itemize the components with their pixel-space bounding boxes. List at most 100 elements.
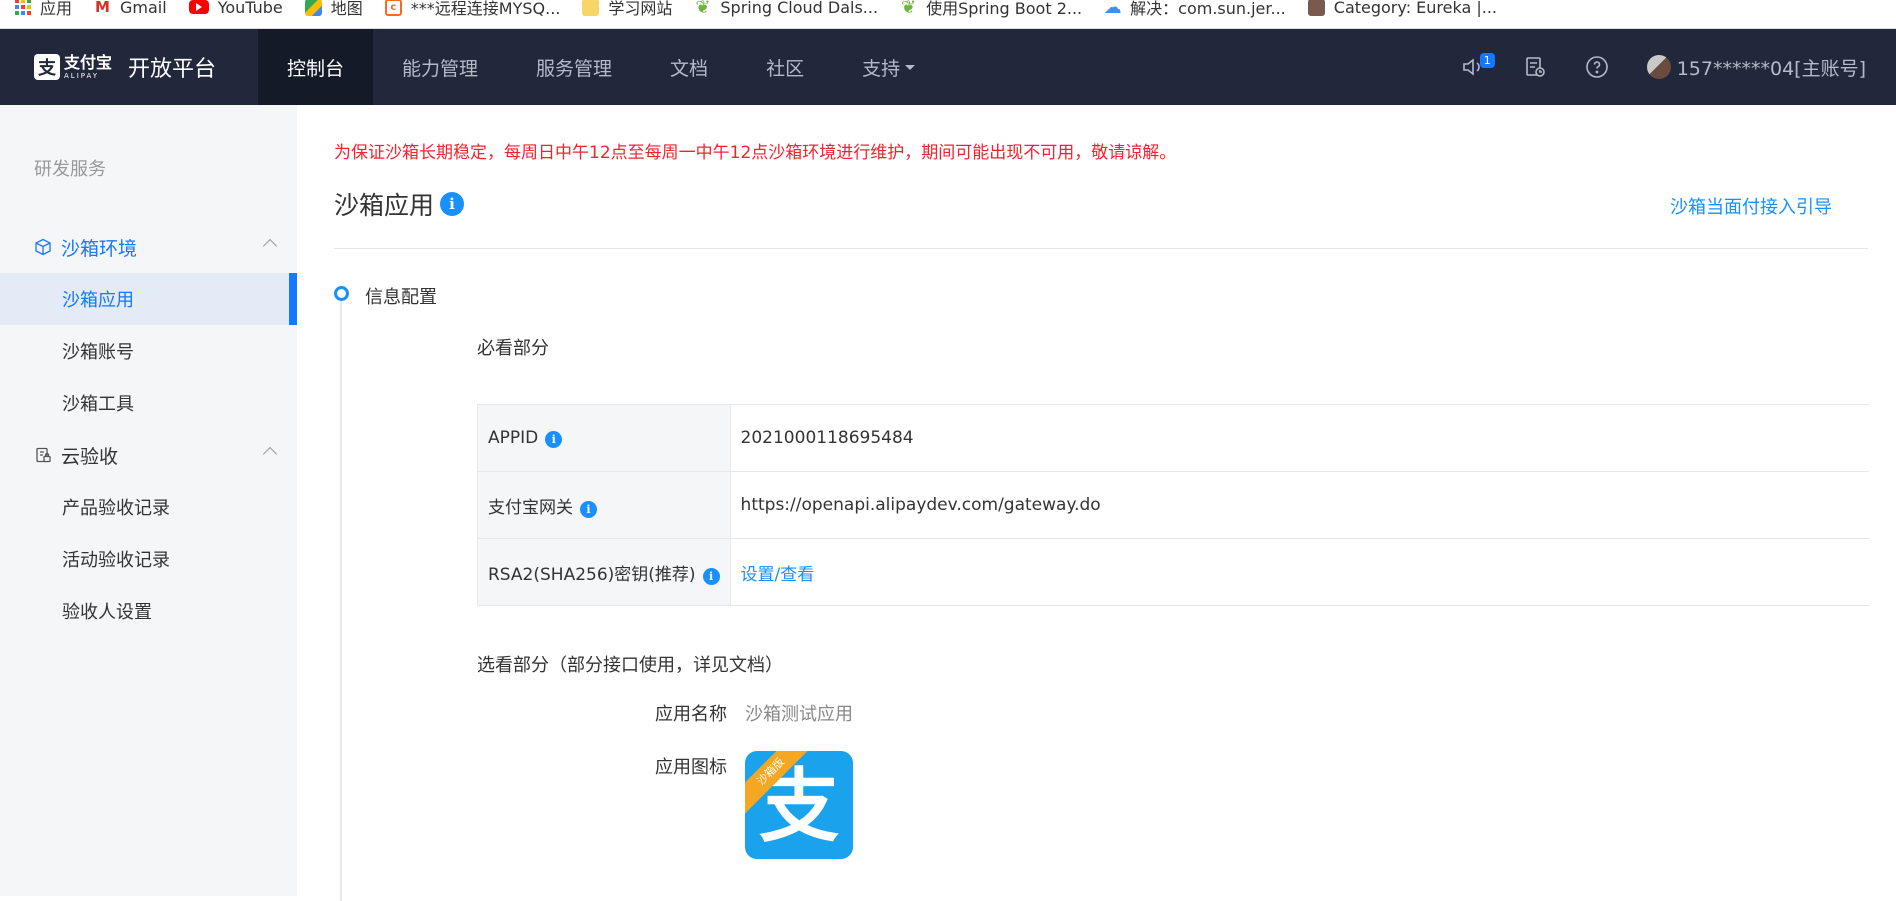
bookmark-maps[interactable]: 地图 xyxy=(304,0,363,22)
document-clock-icon xyxy=(1525,57,1545,77)
table-row: RSA2(SHA256)密钥(推荐) i 设置/查看 xyxy=(477,538,1869,606)
sidebar-section-cloud-acceptance[interactable]: 云验收 xyxy=(0,429,297,481)
bookmark-spring-boot[interactable]: ❦ 使用Spring Boot 2... xyxy=(900,0,1082,22)
help-button[interactable] xyxy=(1585,55,1609,79)
bookmark-label: ***远程连接MYSQ... xyxy=(410,0,561,18)
nav-docs[interactable]: 文档 xyxy=(641,29,737,105)
chevron-up-icon xyxy=(262,238,278,254)
optional-section-title: 选看部分（部分接口使用，详见文档） xyxy=(477,655,783,676)
top-nav: 支 支付宝 ALIPAY 开放平台 控制台 能力管理 服务管理 文档 社区 支持… xyxy=(0,29,1896,105)
appid-value: 2021000118695484 xyxy=(729,404,1869,472)
avatar-icon xyxy=(1307,0,1325,16)
timeline-dot xyxy=(334,286,349,301)
sidebar-section-label: 沙箱环境 xyxy=(61,237,138,260)
rsa-settings-link[interactable]: 设置/查看 xyxy=(741,565,815,585)
bookmark-apps[interactable]: 应用 xyxy=(14,0,72,22)
bookmark-label: YouTube xyxy=(217,0,283,17)
rsa-label-cell: RSA2(SHA256)密钥(推荐) i xyxy=(477,538,731,606)
info-icon[interactable]: i xyxy=(580,500,597,518)
config-table: APPID i 2021000118695484 支付宝网关 i https://o… xyxy=(477,404,1869,606)
nav-capability[interactable]: 能力管理 xyxy=(373,29,507,105)
sidebar-item-label: 验收人设置 xyxy=(62,602,152,623)
info-icon[interactable]: i xyxy=(545,431,563,448)
spring-icon: ❦ xyxy=(901,0,917,18)
maps-icon xyxy=(304,0,322,16)
app-icon: 支 沙箱版 xyxy=(745,751,853,859)
nav-service[interactable]: 服务管理 xyxy=(507,29,641,105)
clipboard-lock-icon xyxy=(34,446,52,464)
notification-button[interactable]: 1 xyxy=(1461,53,1495,79)
bookmark-folder-study[interactable]: 学习网站 xyxy=(582,0,672,22)
nav-label: 支持 xyxy=(862,57,901,80)
gateway-label: 支付宝网关 xyxy=(488,497,573,518)
user-name: 157******04[主账号] xyxy=(1676,57,1866,80)
bookmark-gmail[interactable]: M Gmail xyxy=(94,0,167,22)
folder-icon xyxy=(582,0,600,16)
user-menu[interactable]: 157******04[主账号] xyxy=(1646,54,1866,81)
table-row: 支付宝网关 i https://openapi.alipaydev.com/gat… xyxy=(477,471,1869,539)
page-title: 沙箱应用 i xyxy=(334,186,465,222)
nav-label: 文档 xyxy=(670,57,709,80)
bookmark-label: Category: Eureka |... xyxy=(1333,0,1498,17)
help-icon xyxy=(1585,56,1608,78)
nav-support[interactable]: 支持 xyxy=(833,29,944,105)
gmail-icon: M xyxy=(95,0,110,16)
nav-label: 控制台 xyxy=(287,57,345,80)
notification-badge: 1 xyxy=(1479,53,1495,68)
sidebar-item-label: 沙箱应用 xyxy=(62,290,134,311)
sidebar-item-sandbox-app[interactable]: 沙箱应用 xyxy=(0,273,297,325)
bookmark-youtube[interactable]: YouTube xyxy=(188,0,283,22)
chevron-up-icon xyxy=(262,446,278,462)
sandbox-guide-link[interactable]: 沙箱当面付接入引导 xyxy=(1670,193,1832,219)
app-icon-label: 应用图标 xyxy=(655,757,727,778)
sidebar-item-sandbox-account[interactable]: 沙箱账号 xyxy=(0,325,297,377)
table-row: APPID i 2021000118695484 xyxy=(477,404,1869,472)
bookmark-solve[interactable]: ☁ 解决：com.sun.jer... xyxy=(1104,0,1286,22)
bookmark-label: Spring Cloud Dals... xyxy=(720,0,879,17)
required-section-title: 必看部分 xyxy=(477,338,549,359)
sidebar-item-acceptor-settings[interactable]: 验收人设置 xyxy=(0,585,297,637)
sidebar-item-sandbox-tools[interactable]: 沙箱工具 xyxy=(0,377,297,429)
youtube-icon xyxy=(188,0,209,14)
logo-text: 支付宝 ALIPAY xyxy=(64,54,112,80)
chevron-down-icon xyxy=(905,64,916,70)
remote-icon: c xyxy=(384,0,402,16)
sidebar-section-label: 云验收 xyxy=(61,445,119,468)
alipay-logo-icon: 支 xyxy=(34,54,60,80)
nav-label: 服务管理 xyxy=(536,57,613,80)
bookmark-eureka[interactable]: Category: Eureka |... xyxy=(1307,0,1498,22)
logo-en: ALIPAY xyxy=(64,71,100,80)
apps-grid-icon xyxy=(14,0,31,16)
info-icon[interactable]: i xyxy=(440,192,465,216)
records-button[interactable] xyxy=(1523,55,1547,79)
bookmarks-bar: 应用 M Gmail YouTube 地图 c ***远程连接MYSQ... 学… xyxy=(0,0,1896,29)
rsa-label: RSA2(SHA256)密钥(推荐) xyxy=(488,564,696,585)
sidebar-item-activity-acceptance[interactable]: 活动验收记录 xyxy=(0,533,297,585)
nav-right: 1 157******04[主账号] xyxy=(1423,29,1896,105)
gateway-label-cell: 支付宝网关 i xyxy=(477,471,731,539)
platform-title: 开放平台 xyxy=(128,57,217,82)
step-title: 信息配置 xyxy=(365,287,437,308)
sidebar-item-label: 活动验收记录 xyxy=(62,550,170,571)
divider xyxy=(334,248,1868,249)
nav-community[interactable]: 社区 xyxy=(737,29,833,105)
bookmark-spring-cloud[interactable]: ❦ Spring Cloud Dals... xyxy=(694,0,878,22)
main-content: 为保证沙箱长期稳定，每周日中午12点至每周一中午12点沙箱环境进行维护，期间可能… xyxy=(297,105,1896,901)
nav-label: 社区 xyxy=(766,57,805,80)
bookmark-remote-mysql[interactable]: c ***远程连接MYSQ... xyxy=(384,0,561,22)
nav-label: 能力管理 xyxy=(402,57,479,80)
maintenance-notice: 为保证沙箱长期稳定，每周日中午12点至每周一中午12点沙箱环境进行维护，期间可能… xyxy=(334,143,1177,163)
sidebar-section-sandbox[interactable]: 沙箱环境 xyxy=(0,221,297,273)
cloud-icon: ☁ xyxy=(1103,0,1122,18)
bookmark-label: 学习网站 xyxy=(608,0,673,18)
rsa-value-cell: 设置/查看 xyxy=(729,538,1869,606)
page-title-text: 沙箱应用 xyxy=(334,191,435,220)
sidebar-item-product-acceptance[interactable]: 产品验收记录 xyxy=(0,481,297,533)
alipay-logo[interactable]: 支 支付宝 ALIPAY 开放平台 xyxy=(0,29,258,105)
sidebar: 研发服务 沙箱环境 沙箱应用 沙箱账号 沙箱工具 云验收 产品验收记录 活动验收… xyxy=(0,105,297,896)
app-name-label: 应用名称 xyxy=(655,704,727,725)
appid-label-cell: APPID i xyxy=(477,404,731,472)
info-icon[interactable]: i xyxy=(702,567,720,585)
nav-console[interactable]: 控制台 xyxy=(258,29,374,105)
bookmark-label: Gmail xyxy=(120,0,167,17)
